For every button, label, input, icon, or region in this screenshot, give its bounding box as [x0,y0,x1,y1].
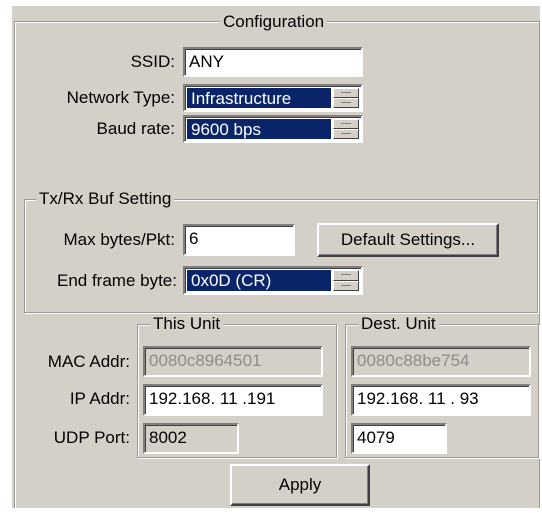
network-type-select[interactable]: Infrastructure [183,84,363,112]
spin-up-button[interactable] [333,88,359,98]
this-ip-input[interactable]: 192.168. 11 .191 [143,384,323,416]
spin-down-button[interactable] [333,129,359,139]
network-type-spinner[interactable] [333,88,359,108]
baud-rate-spinner[interactable] [333,119,359,139]
this-udp-field: 8002 [143,423,239,454]
this-unit-title: This Unit [150,314,224,334]
max-bytes-label: Max bytes/Pkt: [63,230,175,249]
network-type-label: Network Type: [66,88,175,107]
spin-up-button[interactable] [333,119,359,129]
dest-unit-title: Dest. Unit [358,314,439,334]
ip-addr-label: IP Addr: [69,389,130,408]
baud-rate-select[interactable]: 9600 bps [183,115,363,143]
dest-ip-input[interactable]: 192.168. 11 . 93 [351,384,531,416]
spin-down-button[interactable] [333,98,359,108]
end-frame-label: End frame byte: [56,271,177,290]
ssid-input[interactable]: ANY [183,47,363,77]
default-settings-button[interactable]: Default Settings... [317,223,499,257]
dest-mac-field: 0080c88be754 [351,346,531,377]
end-frame-spinner[interactable] [333,270,359,291]
baud-rate-value: 9600 bps [187,119,331,139]
end-frame-value: 0x0D (CR) [187,270,331,291]
this-mac-field: 0080c8964501 [143,346,323,377]
spin-up-button[interactable] [333,270,359,281]
apply-button[interactable]: Apply [230,464,370,506]
ssid-label: SSID: [130,52,175,71]
configuration-title: Configuration [220,12,328,32]
end-frame-select[interactable]: 0x0D (CR) [183,266,363,295]
dest-udp-input[interactable]: 4079 [351,423,447,454]
network-type-value: Infrastructure [187,88,331,108]
baud-rate-label: Baud rate: [96,119,175,138]
mac-addr-label: MAC Addr: [47,352,130,371]
txrx-title: Tx/Rx Buf Setting [36,189,175,209]
spin-down-button[interactable] [333,280,359,291]
max-bytes-input[interactable]: 6 [183,224,295,256]
udp-port-label: UDP Port: [53,428,130,447]
